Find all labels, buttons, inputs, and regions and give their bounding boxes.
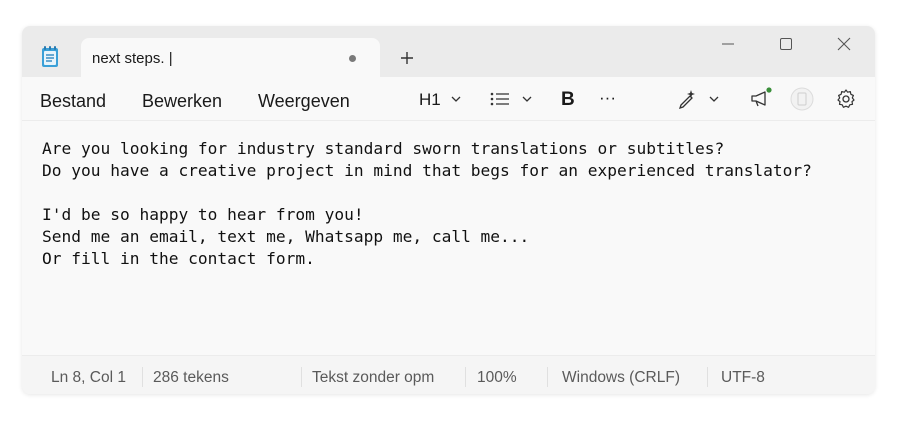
menu-file[interactable]: Bestand [40, 91, 106, 112]
status-divider [142, 367, 143, 387]
bold-button[interactable]: B [561, 89, 575, 111]
editor-line: Do you have a creative project in mind t… [42, 161, 812, 180]
character-count: 286 tekens [153, 369, 229, 386]
pen-sparkle-icon[interactable] [676, 88, 698, 110]
bullet-list-icon[interactable] [490, 91, 510, 107]
status-divider [547, 367, 548, 387]
notification-dot-icon [766, 87, 772, 93]
tab-title: next steps. | [92, 50, 173, 67]
status-divider [707, 367, 708, 387]
plus-icon[interactable] [397, 46, 417, 70]
menu-toolbar: Bestand Bewerken Weergeven H1 B ··· [22, 77, 875, 121]
title-bar: next steps. | [22, 26, 875, 78]
encoding[interactable]: UTF-8 [721, 369, 765, 387]
editor-line: Send me an email, text me, Whatsapp me, … [42, 227, 530, 246]
editor-line: Are you looking for industry standard sw… [42, 139, 725, 158]
close-icon[interactable] [834, 34, 854, 54]
editor-line: ​ [42, 182, 862, 204]
menu-view[interactable]: Weergeven [258, 91, 350, 112]
editor-line: Or fill in the contact form. [42, 249, 315, 268]
notepad-app-icon [42, 46, 58, 67]
text-editor[interactable]: Are you looking for industry standard sw… [42, 138, 862, 270]
maximize-icon[interactable] [776, 34, 796, 54]
document-tab[interactable]: next steps. | [81, 38, 380, 78]
text-format[interactable]: Tekst zonder opm [312, 369, 434, 387]
zoom-level[interactable]: 100% [477, 369, 517, 387]
gear-icon[interactable] [835, 88, 857, 110]
heading-dropdown-label[interactable]: H1 [419, 90, 441, 110]
cursor-position[interactable]: Ln 8, Col 1 [51, 369, 126, 387]
menu-edit[interactable]: Bewerken [142, 91, 222, 112]
megaphone-icon[interactable] [748, 85, 774, 111]
chevron-down-icon[interactable] [450, 94, 462, 104]
list-chevron-down-icon[interactable] [521, 94, 533, 104]
unsaved-dot-icon[interactable] [349, 55, 356, 62]
more-options-button[interactable]: ··· [599, 88, 616, 108]
minimize-icon[interactable] [718, 34, 738, 54]
status-divider [301, 367, 302, 387]
editor-line: I'd be so happy to hear from you! [42, 205, 364, 224]
status-bar: Ln 8, Col 1 286 tekens Tekst zonder opm … [22, 355, 875, 394]
line-ending[interactable]: Windows (CRLF) [562, 369, 680, 387]
status-divider [465, 367, 466, 387]
avatar-icon[interactable] [790, 87, 814, 111]
copilot-chevron-down-icon[interactable] [708, 94, 720, 104]
notepad-window: next steps. | Bestand Bewerken Weergeven… [22, 26, 875, 394]
